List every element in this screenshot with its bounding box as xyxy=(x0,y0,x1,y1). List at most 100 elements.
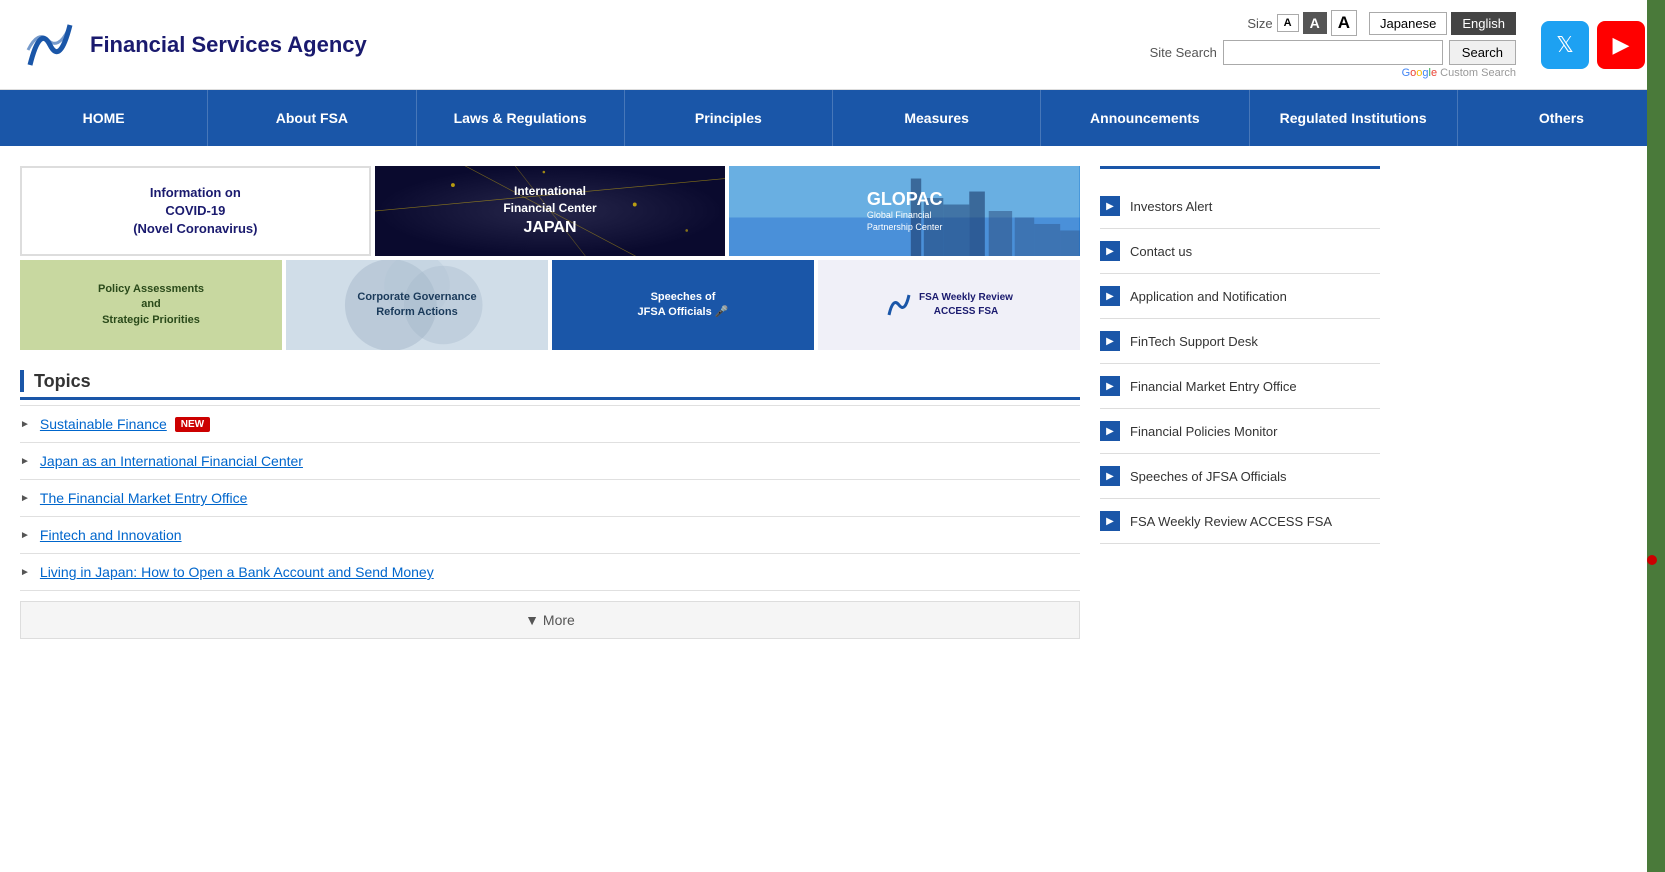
fsa-line2: ACCESS FSA xyxy=(919,305,1013,319)
covid-banner[interactable]: Information on COVID-19 (Novel Coronavir… xyxy=(20,166,371,256)
sidebar-item-investors-alert[interactable]: ▶ Investors Alert xyxy=(1100,184,1380,229)
arrow-icon: ▶ xyxy=(1106,336,1114,347)
fsa-review-banner[interactable]: FSA Weekly Review ACCESS FSA xyxy=(818,260,1080,350)
fsa-review-logo xyxy=(885,291,913,319)
site-title: Financial Services Agency xyxy=(90,32,367,58)
search-label: Site Search xyxy=(1150,45,1217,60)
bottom-banner-grid: Policy Assessments and Strategic Priorit… xyxy=(20,260,1080,350)
glopac-text: GLOPAC Global Financial Partnership Cent… xyxy=(857,179,953,243)
search-area: Site Search Search Google Custom Search xyxy=(1150,40,1516,79)
topic-link-intl[interactable]: Japan as an International Financial Cent… xyxy=(40,453,303,469)
youtube-button[interactable]: ▶ xyxy=(1597,21,1645,69)
sidebar-label-investors: Investors Alert xyxy=(1130,199,1212,214)
arrow-icon: ▶ xyxy=(1106,291,1114,302)
japanese-lang-button[interactable]: Japanese xyxy=(1369,12,1447,35)
topic-item-intl: ► Japan as an International Financial Ce… xyxy=(20,443,1080,480)
size-small-button[interactable]: A xyxy=(1277,14,1299,32)
sidebar-item-financial-market[interactable]: ▶ Financial Market Entry Office xyxy=(1100,364,1380,409)
topic-link-sustainable[interactable]: Sustainable Finance xyxy=(40,416,167,432)
arrow-icon: ▶ xyxy=(1106,516,1114,527)
nav-laws[interactable]: Laws & Regulations xyxy=(417,90,625,146)
sidebar-label-fintech: FinTech Support Desk xyxy=(1130,334,1258,349)
google-custom-search-label: Google Custom Search xyxy=(1402,67,1516,79)
glopac-title: GLOPAC xyxy=(867,189,943,210)
sidebar-item-speeches[interactable]: ▶ Speeches of JFSA Officials xyxy=(1100,454,1380,499)
size-controls: Size A A A Japanese English xyxy=(1247,10,1516,36)
ifcj-line3: JAPAN xyxy=(503,217,596,239)
ifcj-banner[interactable]: International Financial Center JAPAN xyxy=(375,166,726,256)
sidebar-arrow-contact: ▶ xyxy=(1100,241,1120,261)
policy-line1: Policy Assessments xyxy=(98,282,204,297)
header-controls: Size A A A Japanese English Site Search … xyxy=(1130,10,1645,79)
arrow-icon: ▶ xyxy=(1106,381,1114,392)
corp-governance-banner[interactable]: Corporate Governance Reform Actions xyxy=(286,260,548,350)
sidebar-item-fsa-review[interactable]: ▶ FSA Weekly Review ACCESS FSA xyxy=(1100,499,1380,544)
topics-bar-accent xyxy=(20,370,24,392)
arrow-icon: ▶ xyxy=(1106,201,1114,212)
topic-link-market[interactable]: The Financial Market Entry Office xyxy=(40,490,247,506)
nav-regulated[interactable]: Regulated Institutions xyxy=(1250,90,1458,146)
policy-text: Policy Assessments and Strategic Priorit… xyxy=(98,282,204,328)
ifcj-text: International Financial Center JAPAN xyxy=(503,183,596,239)
more-button[interactable]: ▼ More xyxy=(20,601,1080,639)
topic-arrow-living: ► xyxy=(20,567,30,578)
size-label: Size xyxy=(1247,16,1272,31)
arrow-icon: ▶ xyxy=(1106,426,1114,437)
right-edge-dot xyxy=(1647,555,1657,565)
topic-link-fintech[interactable]: Fintech and Innovation xyxy=(40,527,182,543)
social-links: 𝕏 ▶ xyxy=(1541,21,1645,69)
nav-announcements[interactable]: Announcements xyxy=(1041,90,1249,146)
speeches-line2: JFSA Officials 🎤 xyxy=(638,305,729,320)
covid-line1: Information on xyxy=(133,184,257,202)
size-large-button[interactable]: A xyxy=(1331,10,1357,36)
sidebar-label-policies: Financial Policies Monitor xyxy=(1130,424,1277,439)
covid-banner-text: Information on COVID-19 (Novel Coronavir… xyxy=(133,184,257,239)
glopac-sub1: Global Financial xyxy=(867,210,943,222)
search-input[interactable] xyxy=(1223,40,1443,65)
search-button[interactable]: Search xyxy=(1449,40,1516,65)
sidebar-item-policies-monitor[interactable]: ▶ Financial Policies Monitor xyxy=(1100,409,1380,454)
topic-arrow-fintech: ► xyxy=(20,530,30,541)
size-medium-button[interactable]: A xyxy=(1303,12,1327,34)
sidebar-top-line xyxy=(1100,166,1380,169)
sidebar-item-fintech[interactable]: ▶ FinTech Support Desk xyxy=(1100,319,1380,364)
main-navbar: HOME About FSA Laws & Regulations Princi… xyxy=(0,90,1665,146)
sidebar-arrow-fintech: ▶ xyxy=(1100,331,1120,351)
new-badge-sustainable: NEW xyxy=(175,417,210,432)
sidebar-label-contact: Contact us xyxy=(1130,244,1192,259)
covid-line3: (Novel Coronavirus) xyxy=(133,220,257,238)
english-lang-button[interactable]: English xyxy=(1451,12,1516,35)
arrow-icon: ▶ xyxy=(1106,471,1114,482)
sidebar-label-fsa-review: FSA Weekly Review ACCESS FSA xyxy=(1130,514,1332,529)
nav-measures[interactable]: Measures xyxy=(833,90,1041,146)
sidebar-item-contact[interactable]: ▶ Contact us xyxy=(1100,229,1380,274)
policy-banner[interactable]: Policy Assessments and Strategic Priorit… xyxy=(20,260,282,350)
ifcj-line2: Financial Center xyxy=(503,200,596,217)
corp-line2: Reform Actions xyxy=(357,305,476,320)
topic-arrow-market: ► xyxy=(20,493,30,504)
twitter-button[interactable]: 𝕏 xyxy=(1541,21,1589,69)
sidebar-item-application[interactable]: ▶ Application and Notification xyxy=(1100,274,1380,319)
glopac-banner[interactable]: GLOPAC Global Financial Partnership Cent… xyxy=(729,166,1080,256)
policy-line3: Strategic Priorities xyxy=(98,313,204,328)
topics-title: Topics xyxy=(34,371,91,392)
sidebar-label-application: Application and Notification xyxy=(1130,289,1287,304)
nav-about[interactable]: About FSA xyxy=(208,90,416,146)
fsa-review-text: FSA Weekly Review ACCESS FSA xyxy=(885,291,1013,319)
policy-line2: and xyxy=(98,297,204,312)
sidebar-arrow-application: ▶ xyxy=(1100,286,1120,306)
topic-link-living[interactable]: Living in Japan: How to Open a Bank Acco… xyxy=(40,564,434,580)
speeches-banner[interactable]: Speeches of JFSA Officials 🎤 xyxy=(552,260,814,350)
nav-others[interactable]: Others xyxy=(1458,90,1665,146)
right-edge-decoration xyxy=(1647,0,1665,872)
nav-home[interactable]: HOME xyxy=(0,90,208,146)
sidebar-arrow-policies: ▶ xyxy=(1100,421,1120,441)
youtube-icon: ▶ xyxy=(1613,32,1630,58)
logo-area: Financial Services Agency xyxy=(20,15,1130,75)
fsa-line1: FSA Weekly Review xyxy=(919,291,1013,305)
nav-principles[interactable]: Principles xyxy=(625,90,833,146)
topic-item-fintech: ► Fintech and Innovation xyxy=(20,517,1080,554)
language-controls: Japanese English xyxy=(1369,12,1516,35)
speeches-text: Speeches of JFSA Officials 🎤 xyxy=(638,290,729,321)
fsa-logo xyxy=(20,15,80,75)
